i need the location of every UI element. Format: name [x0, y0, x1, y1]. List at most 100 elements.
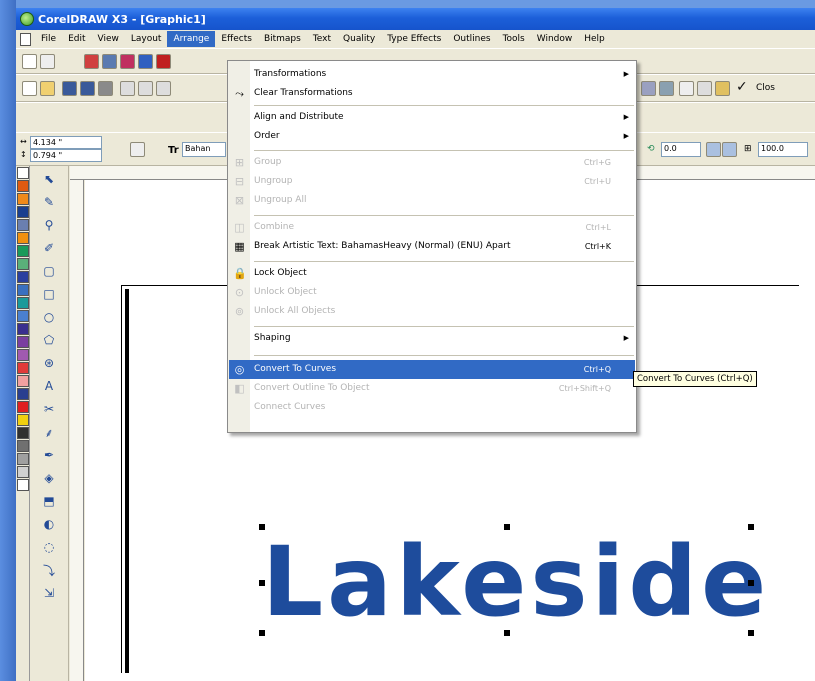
menu-arrange[interactable]: Arrange	[167, 31, 216, 47]
interactive-fill-icon[interactable]: ⬒	[39, 491, 59, 511]
rectangle-tool-icon[interactable]: □	[39, 284, 59, 304]
outline-tool-icon[interactable]: ✒	[39, 445, 59, 465]
red-square-icon[interactable]	[156, 54, 171, 69]
menu-effects[interactable]: Effects	[215, 31, 258, 47]
height-field[interactable]: 0.794 "	[30, 149, 102, 162]
palette-swatch[interactable]	[17, 219, 29, 231]
freehand-tool-icon[interactable]: ✐	[39, 238, 59, 258]
font-name-field[interactable]: Bahan	[182, 142, 226, 157]
pick-tool-icon[interactable]: ⬉	[39, 169, 59, 189]
fill-tool-icon[interactable]: ◈	[39, 468, 59, 488]
palette-swatch[interactable]	[17, 245, 29, 257]
checkmark-icon[interactable]: ✓	[736, 79, 748, 95]
ellipse-tool-icon[interactable]: ○	[39, 307, 59, 327]
palette-swatch[interactable]	[17, 401, 29, 413]
palette-swatch[interactable]	[17, 180, 29, 192]
menu-view[interactable]: View	[92, 31, 125, 47]
options-icon[interactable]	[679, 81, 694, 96]
copy-icon[interactable]	[138, 81, 153, 96]
palette-swatch[interactable]	[17, 479, 29, 491]
menu-help[interactable]: Help	[578, 31, 611, 47]
scale-field[interactable]: 100.0	[758, 142, 808, 157]
shape-tool-icon[interactable]: ✎	[39, 192, 59, 212]
snap-icon[interactable]	[715, 81, 730, 96]
zoom-tool-icon[interactable]: ⚲	[39, 215, 59, 235]
lock-ratio-icon[interactable]	[130, 142, 145, 157]
palette-swatch[interactable]	[17, 349, 29, 361]
selection-handle-mr[interactable]	[748, 580, 754, 586]
color-tool-icon[interactable]	[120, 54, 135, 69]
cut-icon[interactable]	[120, 81, 135, 96]
palette-swatch[interactable]	[17, 232, 29, 244]
blue-tool-icon[interactable]	[138, 54, 153, 69]
menu-window[interactable]: Window	[531, 31, 579, 47]
interactive-blend-icon[interactable]: ✂	[39, 399, 59, 419]
palette-swatch[interactable]	[17, 414, 29, 426]
save-icon[interactable]	[62, 81, 77, 96]
palette-swatch[interactable]	[17, 466, 29, 478]
selection-handle-tl[interactable]	[259, 524, 265, 530]
palette-swatch[interactable]	[17, 297, 29, 309]
vertical-ruler[interactable]	[70, 180, 84, 681]
artistic-text-lakeside[interactable]: Lakeside	[262, 527, 766, 637]
menu-type-effects[interactable]: Type Effects	[381, 31, 447, 47]
palette-swatch[interactable]	[17, 375, 29, 387]
palette-swatch[interactable]	[17, 388, 29, 400]
selection-handle-bm[interactable]	[504, 630, 510, 636]
mirror-h-icon[interactable]	[706, 142, 721, 157]
menu-layout[interactable]: Layout	[125, 31, 168, 47]
print-icon[interactable]	[98, 81, 113, 96]
menu-item-align-and-distribute[interactable]: Align and Distribute ▶	[229, 108, 635, 127]
new-icon[interactable]	[22, 81, 37, 96]
selection-handle-tm[interactable]	[504, 524, 510, 530]
polygon-tool-icon[interactable]: ⬠	[39, 330, 59, 350]
new-page-icon[interactable]	[22, 54, 37, 69]
menu-item-convert-to-curves[interactable]: ◎ Convert To Curves Ctrl+Q	[229, 360, 635, 379]
width-field[interactable]: 4.134 "	[30, 136, 102, 149]
menu-text[interactable]: Text	[307, 31, 337, 47]
temperature-icon[interactable]	[40, 54, 55, 69]
menu-item-order[interactable]: Order ▶	[229, 127, 635, 146]
save-as-icon[interactable]	[80, 81, 95, 96]
menu-item-transformations[interactable]: Transformations ▶	[229, 65, 635, 84]
palette-swatch[interactable]	[17, 310, 29, 322]
palette-swatch[interactable]	[17, 206, 29, 218]
menu-outlines[interactable]: Outlines	[447, 31, 496, 47]
dimension-tool-icon[interactable]: ⇲	[39, 583, 59, 603]
selection-handle-tr[interactable]	[748, 524, 754, 530]
eyedropper-tool-icon[interactable]: ⸙	[39, 422, 59, 442]
palette-swatch[interactable]	[17, 336, 29, 348]
transparency-icon[interactable]: ◌	[39, 537, 59, 557]
mirror-v-icon[interactable]	[722, 142, 737, 157]
palette-swatch[interactable]	[17, 167, 29, 179]
smart-fill-icon[interactable]: ▢	[39, 261, 59, 281]
paste-icon[interactable]	[156, 81, 171, 96]
selection-handle-ml[interactable]	[259, 580, 265, 586]
palette-swatch[interactable]	[17, 258, 29, 270]
selection-handle-bl[interactable]	[259, 630, 265, 636]
menu-file[interactable]: File	[35, 31, 62, 47]
palette-swatch[interactable]	[17, 323, 29, 335]
document-icon[interactable]	[20, 32, 31, 46]
app-launcher-icon[interactable]	[641, 81, 656, 96]
angle-field[interactable]: 0.0	[661, 142, 701, 157]
text-tool-icon[interactable]: A	[39, 376, 59, 396]
palette-swatch[interactable]	[17, 427, 29, 439]
connector-tool-icon[interactable]: ⤵	[39, 560, 59, 580]
menu-bitmaps[interactable]: Bitmaps	[258, 31, 307, 47]
grid-tool-icon[interactable]	[102, 54, 117, 69]
close-label[interactable]: Clos	[756, 83, 775, 93]
red-tool-icon[interactable]	[84, 54, 99, 69]
menu-item-shaping[interactable]: Shaping ▶	[229, 329, 635, 348]
zoom-levels-icon[interactable]	[697, 81, 712, 96]
palette-swatch[interactable]	[17, 193, 29, 205]
corel-online-icon[interactable]	[659, 81, 674, 96]
menu-item-break-artistic-text-bahamasheavy-normal-enu-apart[interactable]: ▦ Break Artistic Text: BahamasHeavy (Norm…	[229, 237, 635, 256]
menu-tools[interactable]: Tools	[497, 31, 531, 47]
menu-quality[interactable]: Quality	[337, 31, 381, 47]
palette-swatch[interactable]	[17, 362, 29, 374]
menu-edit[interactable]: Edit	[62, 31, 91, 47]
palette-swatch[interactable]	[17, 284, 29, 296]
selection-handle-br[interactable]	[748, 630, 754, 636]
basic-shapes-icon[interactable]: ⊛	[39, 353, 59, 373]
